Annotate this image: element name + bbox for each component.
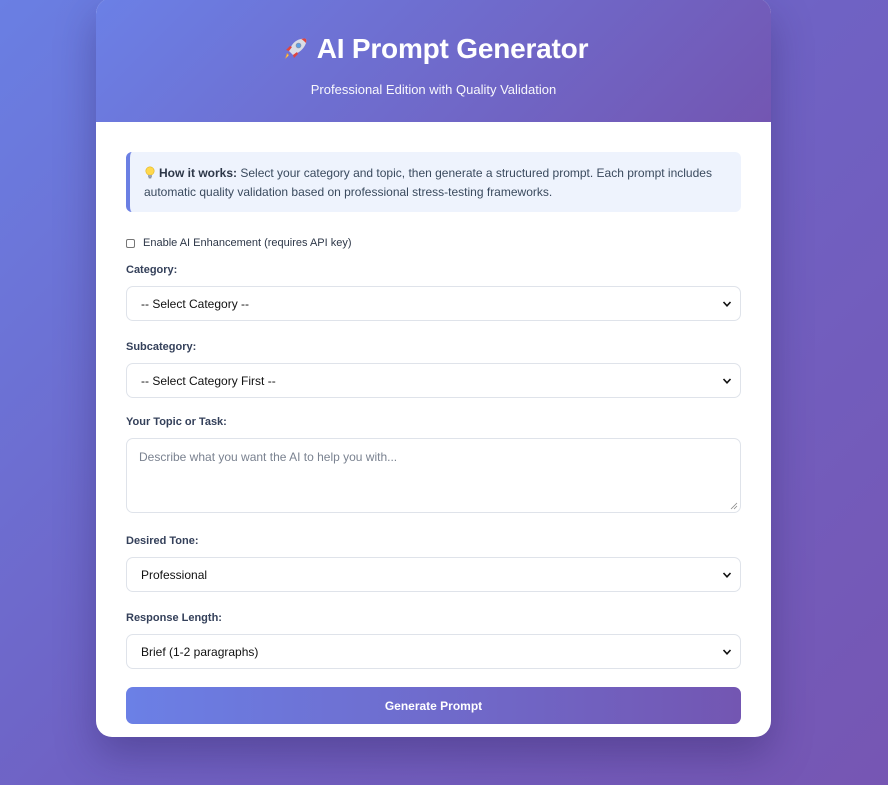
category-label: Category: <box>126 264 178 276</box>
resize-handle-icon[interactable] <box>730 502 738 510</box>
generate-prompt-button[interactable]: Generate Prompt <box>126 687 741 724</box>
tone-value: Professional <box>141 567 208 582</box>
chevron-down-icon <box>722 648 732 655</box>
length-value: Brief (1-2 paragraphs) <box>141 644 259 659</box>
ai-enhancement-label: Enable AI Enhancement (requires API key) <box>143 237 352 249</box>
chevron-down-icon <box>722 300 732 307</box>
page-title: AI Prompt Generator <box>316 33 589 64</box>
rocket-icon <box>284 38 307 59</box>
ai-enhancement-row[interactable]: Enable AI Enhancement (requires API key) <box>126 236 741 250</box>
subcategory-value: -- Select Category First -- <box>141 373 276 388</box>
card-header: AI Prompt Generator Professional Edition… <box>96 0 771 122</box>
lightbulb-icon <box>145 166 155 179</box>
topic-textarea[interactable]: Describe what you want the AI to help yo… <box>126 438 741 513</box>
ai-enhancement-checkbox[interactable] <box>126 238 135 248</box>
chevron-down-icon <box>722 377 732 384</box>
topic-placeholder: Describe what you want the AI to help yo… <box>139 450 398 464</box>
chevron-down-icon <box>722 571 732 578</box>
info-lead: How it works: <box>159 166 238 180</box>
subcategory-label: Subcategory: <box>126 341 197 353</box>
generator-card: AI Prompt Generator Professional Edition… <box>96 0 771 737</box>
topic-label: Your Topic or Task: <box>126 416 227 428</box>
page-subtitle: Professional Edition with Quality Valida… <box>310 82 557 97</box>
category-select[interactable]: -- Select Category -- <box>126 286 741 321</box>
category-value: -- Select Category -- <box>141 296 250 311</box>
info-box: How it works: Select your category and t… <box>126 152 741 212</box>
tone-select[interactable]: Professional <box>126 557 741 592</box>
length-select[interactable]: Brief (1-2 paragraphs) <box>126 634 741 669</box>
subcategory-select[interactable]: -- Select Category First -- <box>126 363 741 398</box>
title-row: AI Prompt Generator <box>96 32 771 66</box>
tone-label: Desired Tone: <box>126 535 199 547</box>
length-label: Response Length: <box>126 612 222 624</box>
form-body: How it works: Select your category and t… <box>96 122 771 724</box>
